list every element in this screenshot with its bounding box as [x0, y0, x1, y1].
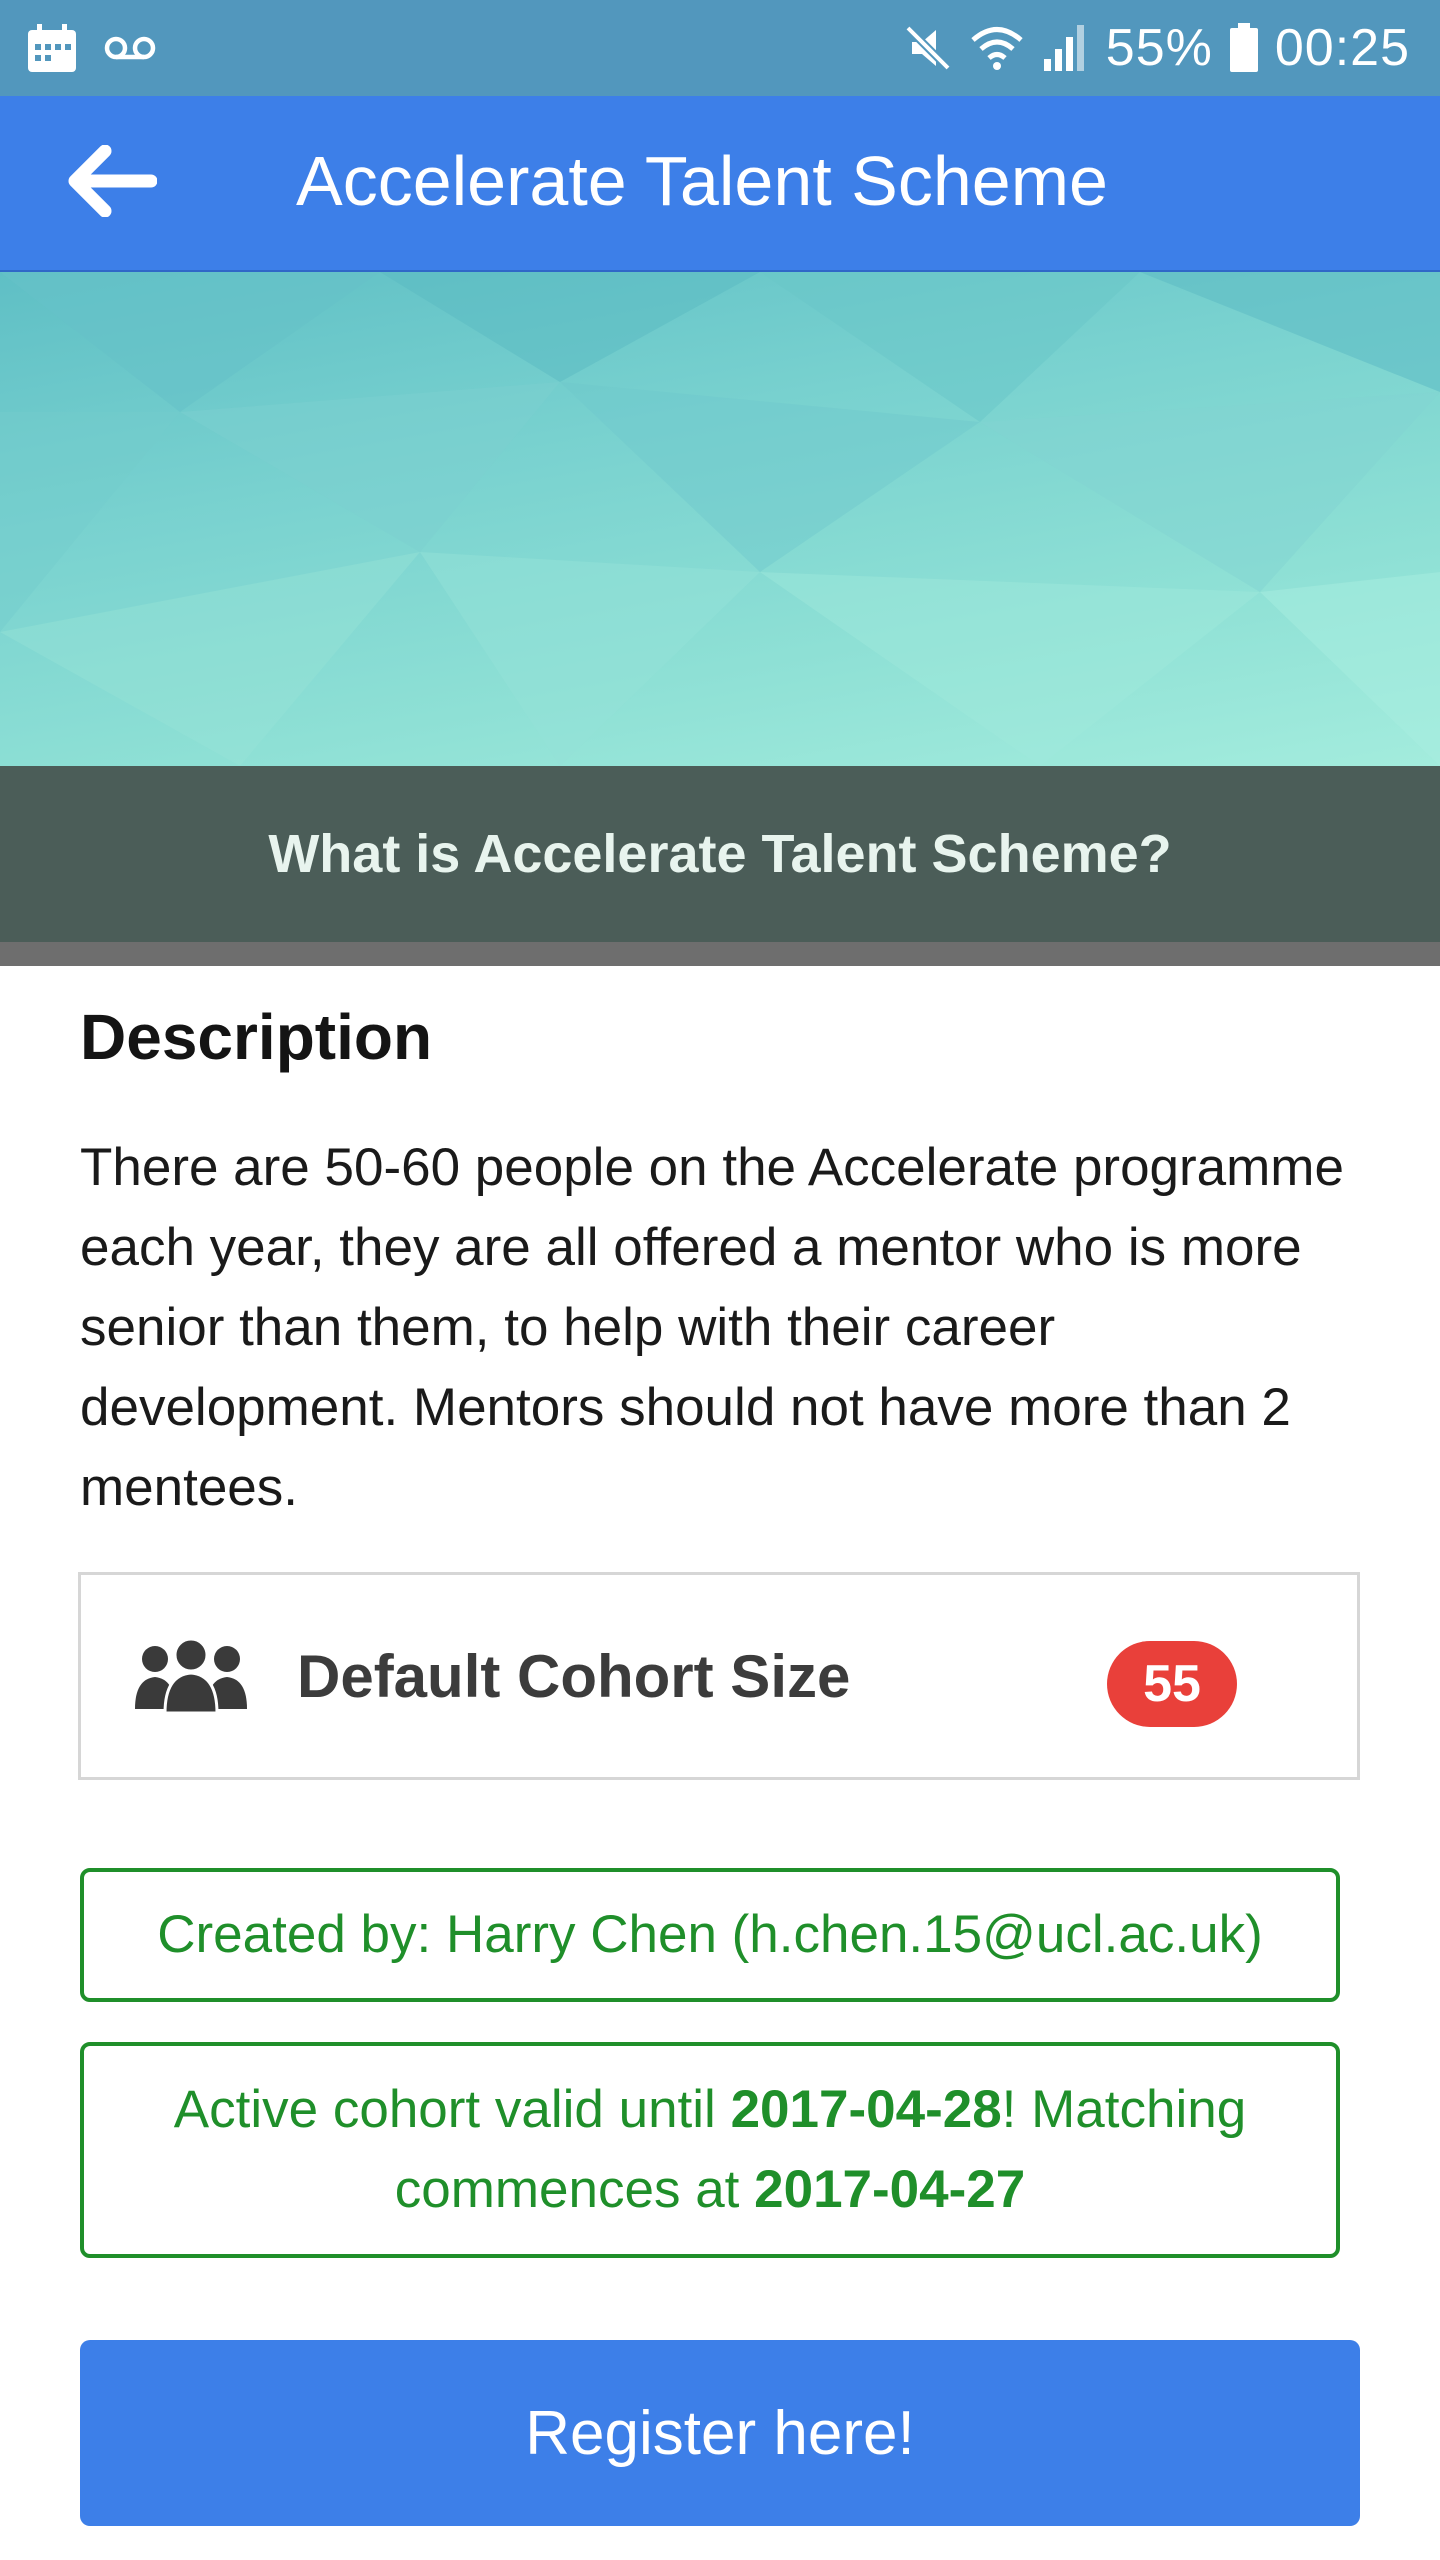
description-heading: Description: [80, 1001, 433, 1073]
hero-caption: What is Accelerate Talent Scheme?: [0, 766, 1440, 942]
description-text: There are 50-60 people on the Accelerate…: [80, 1138, 1344, 1517]
battery-percent: 55%: [1105, 19, 1213, 77]
active-cohort-prefix: Active cohort valid until: [173, 2080, 731, 2139]
hero-divider: [0, 942, 1440, 966]
voicemail-icon: [104, 33, 156, 63]
signal-icon: [1040, 23, 1090, 73]
active-cohort-box: Active cohort valid until 2017-04-28! Ma…: [80, 2042, 1340, 2258]
clock: 00:25: [1274, 19, 1410, 77]
cohort-size-label: Default Cohort Size: [297, 1643, 851, 1710]
status-bar-left: [26, 22, 156, 74]
created-by-box: Created by: Harry Chen (h.chen.15@ucl.ac…: [80, 1868, 1340, 2002]
cohort-size-card: Default Cohort Size 55: [78, 1572, 1360, 1780]
status-bar: 55% 00:25: [0, 0, 1440, 96]
arrow-back-icon: [65, 144, 158, 222]
back-button[interactable]: [56, 141, 166, 225]
hero-image: [0, 272, 1440, 766]
hero-caption-text: What is Accelerate Talent Scheme?: [268, 824, 1172, 884]
active-cohort-text: Active cohort valid until 2017-04-28! Ma…: [110, 2070, 1310, 2230]
created-by-text: Created by: Harry Chen (h.chen.15@ucl.ac…: [157, 1905, 1263, 1964]
wifi-icon: [970, 23, 1024, 73]
register-button[interactable]: Register here!: [80, 2340, 1360, 2526]
cohort-size-badge: 55: [1107, 1641, 1237, 1727]
battery-icon: [1229, 23, 1259, 73]
status-bar-right: 55% 00:25: [902, 14, 1410, 82]
group-icon: [133, 1637, 249, 1718]
valid-until-date: 2017-04-28: [730, 2080, 1002, 2139]
matching-date: 2017-04-27: [754, 2160, 1026, 2219]
page-title: Accelerate Talent Scheme: [296, 142, 1108, 220]
mute-icon: [902, 22, 954, 74]
calendar-icon: [26, 22, 78, 74]
app-bar: Accelerate Talent Scheme: [0, 96, 1440, 272]
